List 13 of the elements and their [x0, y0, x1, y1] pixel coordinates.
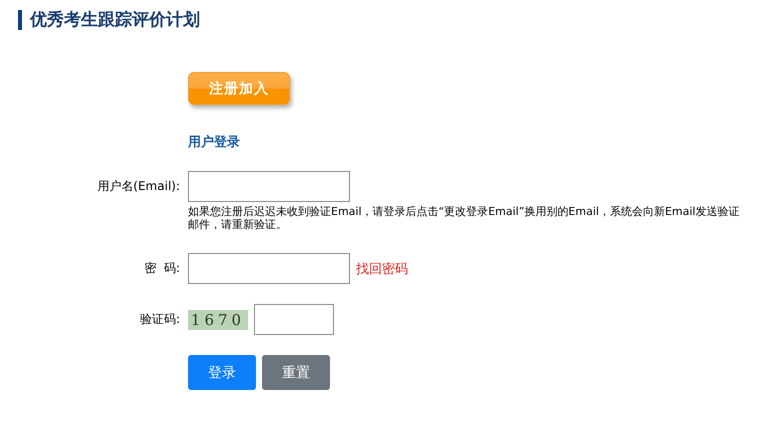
password-label: 密 码: — [144, 260, 180, 277]
login-button[interactable]: 登录 — [188, 355, 256, 390]
captcha-label: 验证码: — [140, 311, 180, 328]
username-field[interactable] — [188, 171, 350, 202]
username-label: 用户名(Email): — [97, 178, 180, 195]
help-text: 如果您注册后迟迟未收到验证Email，请登录后点击“更改登录Email”换用别的Email，系统会向新Email发送验证邮件，请重新验证。 — [188, 205, 740, 231]
password-field[interactable] — [188, 253, 350, 284]
captcha-image: 1670 — [188, 310, 248, 330]
login-heading: 用户登录 — [188, 134, 241, 151]
page-title: 优秀考生跟踪评价计划 — [18, 10, 770, 30]
captcha-field[interactable] — [254, 304, 334, 335]
reset-button[interactable]: 重置 — [262, 355, 330, 390]
recover-password-link[interactable]: 找回密码 — [356, 260, 408, 278]
